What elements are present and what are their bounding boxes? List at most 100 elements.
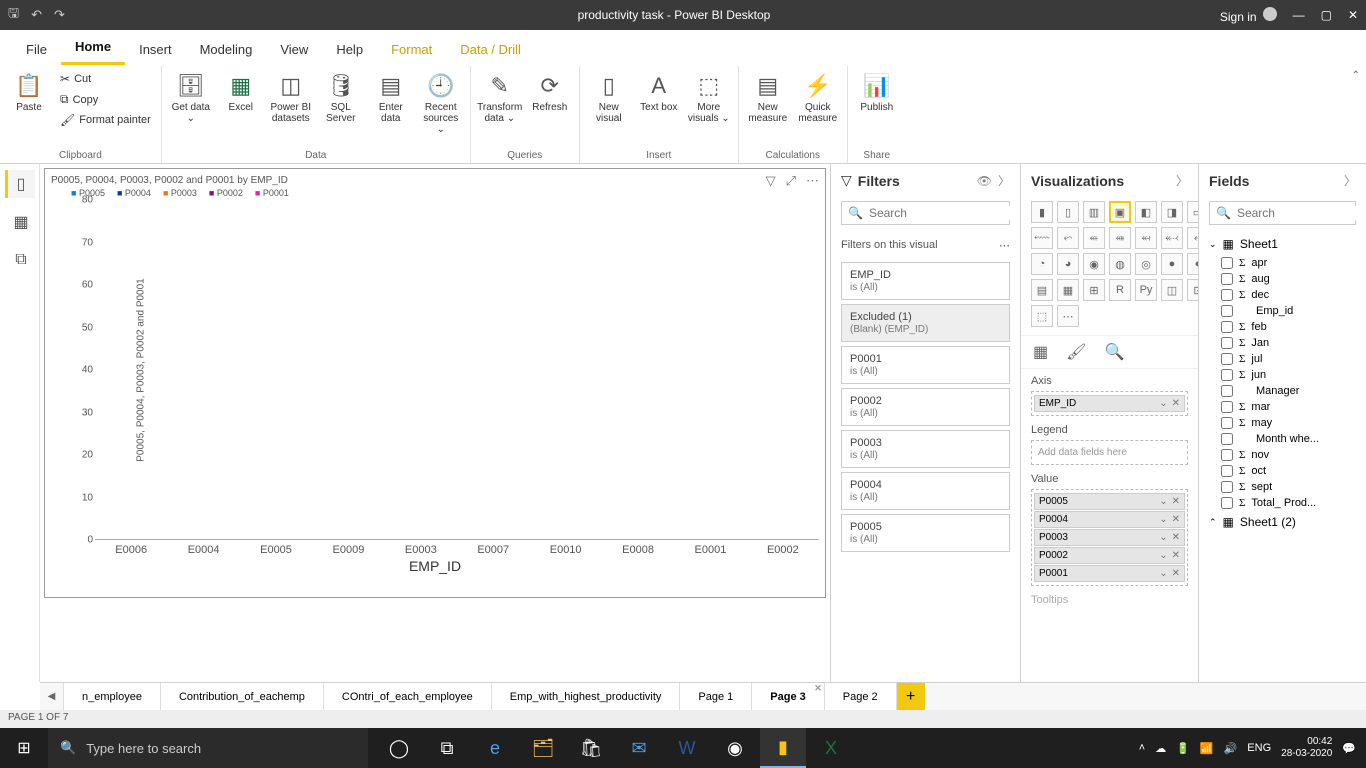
field-pill[interactable]: P0005⌄✕ [1034, 493, 1185, 510]
taskbar-search[interactable]: 🔍Type here to search [48, 728, 368, 768]
filters-search[interactable]: 🔍 [841, 201, 1010, 225]
field-item[interactable]: ΣTotal_ Prod... [1199, 495, 1366, 511]
page-tab[interactable]: Page 3✕ [752, 683, 824, 710]
chart-visual[interactable]: P0005, P0004, P0003, P0002 and P0001 by … [44, 168, 826, 598]
menu-datadrill[interactable]: Data / Drill [446, 34, 535, 65]
viz-type-icon[interactable]: ⬳ [1031, 227, 1053, 249]
maximize-icon[interactable]: ▢ [1321, 8, 1332, 22]
store-icon[interactable]: 🛍 [568, 728, 614, 768]
viz-type-icon[interactable]: ▦ [1057, 279, 1079, 301]
viz-type-icon[interactable]: ⬿ [1057, 227, 1079, 249]
excel-button[interactable]: ▦Excel [218, 70, 264, 115]
signin-button[interactable]: Sign in [1220, 7, 1277, 24]
field-item[interactable]: Emp_id [1199, 303, 1366, 319]
chevron-down-icon[interactable]: ⌄ [1159, 568, 1167, 579]
remove-icon[interactable]: ✕ [1172, 514, 1180, 525]
wifi-icon[interactable]: 📶 [1200, 742, 1214, 755]
menu-format[interactable]: Format [377, 34, 446, 65]
enter-data-button[interactable]: ▤Enter data [368, 70, 414, 126]
page-tab[interactable]: Page 2 [825, 683, 897, 710]
field-item[interactable]: Manager [1199, 383, 1366, 399]
viz-type-icon[interactable]: ▯ [1057, 201, 1079, 223]
format-painter-button[interactable]: 🖌Format painter [56, 111, 155, 129]
field-checkbox[interactable] [1221, 449, 1233, 461]
field-item[interactable]: Month whe... [1199, 431, 1366, 447]
viz-type-icon[interactable]: ▮ [1031, 201, 1053, 223]
page-tab[interactable]: n_employee [64, 683, 161, 710]
excel-taskbar-icon[interactable]: X [808, 728, 854, 768]
fields-search[interactable]: 🔍 [1209, 201, 1356, 225]
field-checkbox[interactable] [1221, 497, 1233, 509]
remove-icon[interactable]: ✕ [1172, 550, 1180, 561]
filter-icon[interactable]: ▽ [766, 173, 776, 189]
transform-data-button[interactable]: ✎Transform data ⌄ [477, 70, 523, 126]
viz-type-icon[interactable]: ▤ [1031, 279, 1053, 301]
battery-icon[interactable]: 🔋 [1176, 742, 1190, 755]
viz-type-icon[interactable]: ● [1161, 253, 1183, 275]
mail-icon[interactable]: ✉ [616, 728, 662, 768]
page-tab[interactable]: Contribution_of_eachemp [161, 683, 324, 710]
fields-search-input[interactable] [1237, 206, 1366, 220]
field-pill[interactable]: P0002⌄✕ [1034, 547, 1185, 564]
text-box-button[interactable]: AText box [636, 70, 682, 115]
cut-button[interactable]: ✂Cut [56, 70, 155, 88]
more-visuals-button[interactable]: ⬚More visuals ⌄ [686, 70, 732, 126]
viz-type-icon[interactable]: R [1109, 279, 1131, 301]
field-checkbox[interactable] [1221, 289, 1233, 301]
close-tab-icon[interactable]: ✕ [814, 683, 822, 694]
field-item[interactable]: Σapr [1199, 255, 1366, 271]
field-item[interactable]: Σjun [1199, 367, 1366, 383]
collapse-filters-icon[interactable]: 〉 [998, 172, 1010, 189]
focus-mode-icon[interactable]: ⤢ [786, 173, 796, 189]
menu-home[interactable]: Home [61, 31, 125, 65]
field-pill[interactable]: P0003⌄✕ [1034, 529, 1185, 546]
refresh-button[interactable]: ⟳Refresh [527, 70, 573, 115]
viz-type-icon[interactable]: ◍ [1109, 253, 1131, 275]
field-checkbox[interactable] [1221, 385, 1233, 397]
remove-icon[interactable]: ✕ [1172, 398, 1180, 409]
filter-card[interactable]: Excluded (1)(Blank) (EMP_ID) [841, 304, 1010, 342]
field-item[interactable]: Σoct [1199, 463, 1366, 479]
table-sheet1[interactable]: ⌄▦Sheet1 [1199, 233, 1366, 255]
field-item[interactable]: Σmay [1199, 415, 1366, 431]
field-item[interactable]: Σaug [1199, 271, 1366, 287]
onedrive-icon[interactable]: ☁ [1155, 742, 1166, 755]
menu-help[interactable]: Help [322, 34, 377, 65]
model-view-icon[interactable]: ⧉ [5, 246, 35, 274]
field-item[interactable]: ΣJan [1199, 335, 1366, 351]
table-sheet1-2[interactable]: ⌃▦Sheet1 (2) [1199, 511, 1366, 533]
copy-button[interactable]: ⧉Copy [56, 90, 155, 109]
explorer-icon[interactable]: 🗂 [520, 728, 566, 768]
field-checkbox[interactable] [1221, 465, 1233, 477]
chrome-icon[interactable]: ◉ [712, 728, 758, 768]
viz-type-icon[interactable]: ⬵ [1109, 227, 1131, 249]
word-icon[interactable]: W [664, 728, 710, 768]
viz-type-icon[interactable]: ⋯ [1057, 305, 1079, 327]
legend-item[interactable]: P0002 [209, 188, 243, 198]
new-visual-button[interactable]: ▯New visual [586, 70, 632, 126]
field-checkbox[interactable] [1221, 273, 1233, 285]
menu-file[interactable]: File [12, 34, 61, 65]
taskview-icon[interactable]: ⧉ [424, 728, 470, 768]
pbi-datasets-button[interactable]: ◫Power BI datasets [268, 70, 314, 126]
remove-icon[interactable]: ✕ [1172, 532, 1180, 543]
chevron-down-icon[interactable]: ⌄ [1159, 514, 1167, 525]
edge-icon[interactable]: e [472, 728, 518, 768]
viz-type-icon[interactable]: ⬶ [1135, 227, 1157, 249]
viz-type-icon[interactable]: ⬴ [1083, 227, 1105, 249]
save-icon[interactable]: 🖫 [8, 4, 19, 26]
field-pill[interactable]: P0001⌄✕ [1034, 565, 1185, 582]
collapse-fields-icon[interactable]: 〉 [1344, 172, 1356, 189]
filters-search-input[interactable] [869, 206, 1024, 220]
field-checkbox[interactable] [1221, 369, 1233, 381]
collapse-viz-icon[interactable]: 〉 [1176, 172, 1188, 189]
quick-measure-button[interactable]: ⚡Quick measure [795, 70, 841, 126]
menu-view[interactable]: View [266, 34, 322, 65]
filter-card[interactable]: P0004is (All) [841, 472, 1010, 510]
field-checkbox[interactable] [1221, 305, 1233, 317]
field-item[interactable]: Σdec [1199, 287, 1366, 303]
filter-card[interactable]: P0001is (All) [841, 346, 1010, 384]
tray-chevron-icon[interactable]: ˄ [1139, 742, 1145, 754]
field-checkbox[interactable] [1221, 417, 1233, 429]
remove-icon[interactable]: ✕ [1172, 496, 1180, 507]
